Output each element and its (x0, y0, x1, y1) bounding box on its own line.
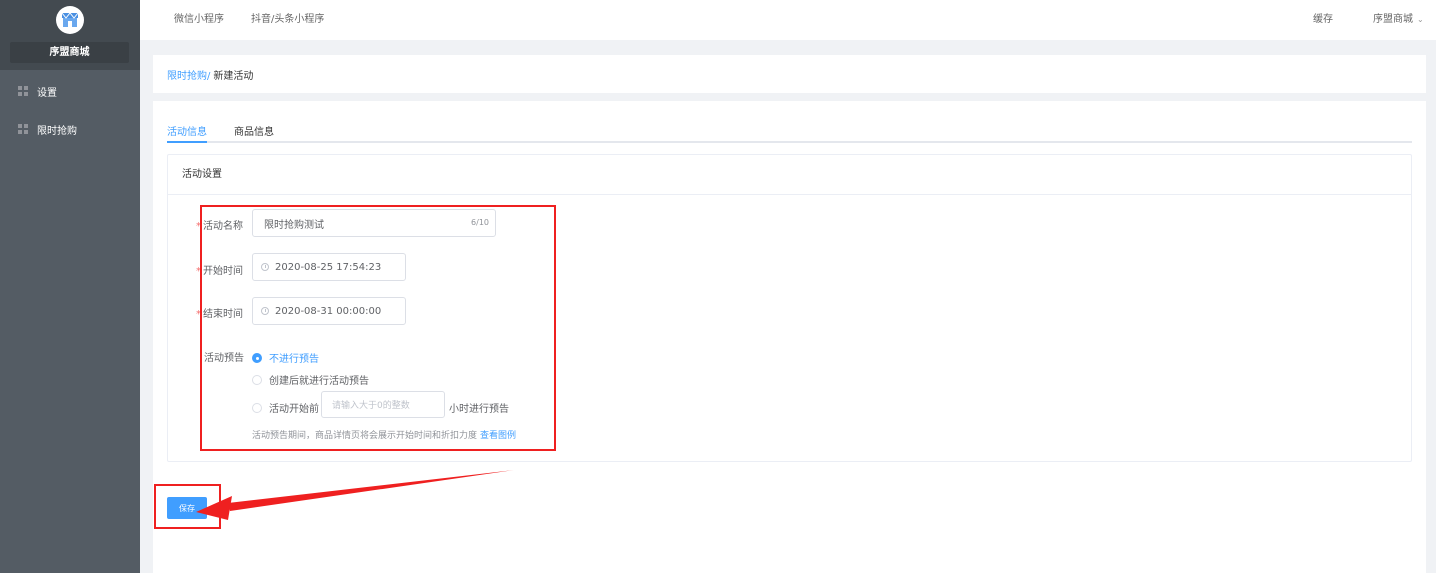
user-menu[interactable]: 序盟商城 ⌄ (1373, 0, 1424, 40)
breadcrumb-parent-link[interactable]: 限时抢购/ (167, 67, 210, 82)
tab-wechat-miniprogram[interactable]: 微信小程序 (174, 0, 224, 40)
tab-douyin-miniprogram[interactable]: 抖音/头条小程序 (251, 0, 324, 40)
sidebar: 序盟商城 设置 限时抢购 (0, 0, 140, 573)
breadcrumb: 限时抢购/ 新建活动 (153, 55, 1426, 93)
top-bar: 微信小程序 抖音/头条小程序 缓存 序盟商城 ⌄ (140, 0, 1436, 40)
user-name: 序盟商城 (1373, 14, 1413, 25)
save-button[interactable]: 保存 (167, 497, 207, 519)
sidebar-item-flash-sale[interactable]: 限时抢购 (0, 114, 140, 144)
sidebar-item-settings[interactable]: 设置 (0, 76, 140, 106)
tab-activity-info[interactable]: 活动信息 (167, 123, 207, 143)
chevron-down-icon: ⌄ (1417, 15, 1424, 24)
active-tab-indicator (167, 141, 207, 143)
cache-button[interactable]: 缓存 (1313, 0, 1333, 40)
sidebar-item-label: 限时抢购 (37, 125, 77, 137)
tab-product-info[interactable]: 商品信息 (234, 123, 274, 143)
store-logo-icon (56, 6, 84, 34)
panel-title: 活动设置 (168, 155, 1411, 195)
shop-name: 序盟商城 (10, 42, 129, 63)
breadcrumb-current: 新建活动 (213, 70, 254, 82)
grid-icon (18, 86, 28, 96)
logo-area: 序盟商城 (0, 0, 140, 70)
grid-icon (18, 124, 28, 134)
content-tabs: 活动信息 商品信息 (167, 121, 1412, 143)
annotation-highlight-form (200, 205, 556, 451)
sidebar-item-label: 设置 (37, 87, 57, 99)
